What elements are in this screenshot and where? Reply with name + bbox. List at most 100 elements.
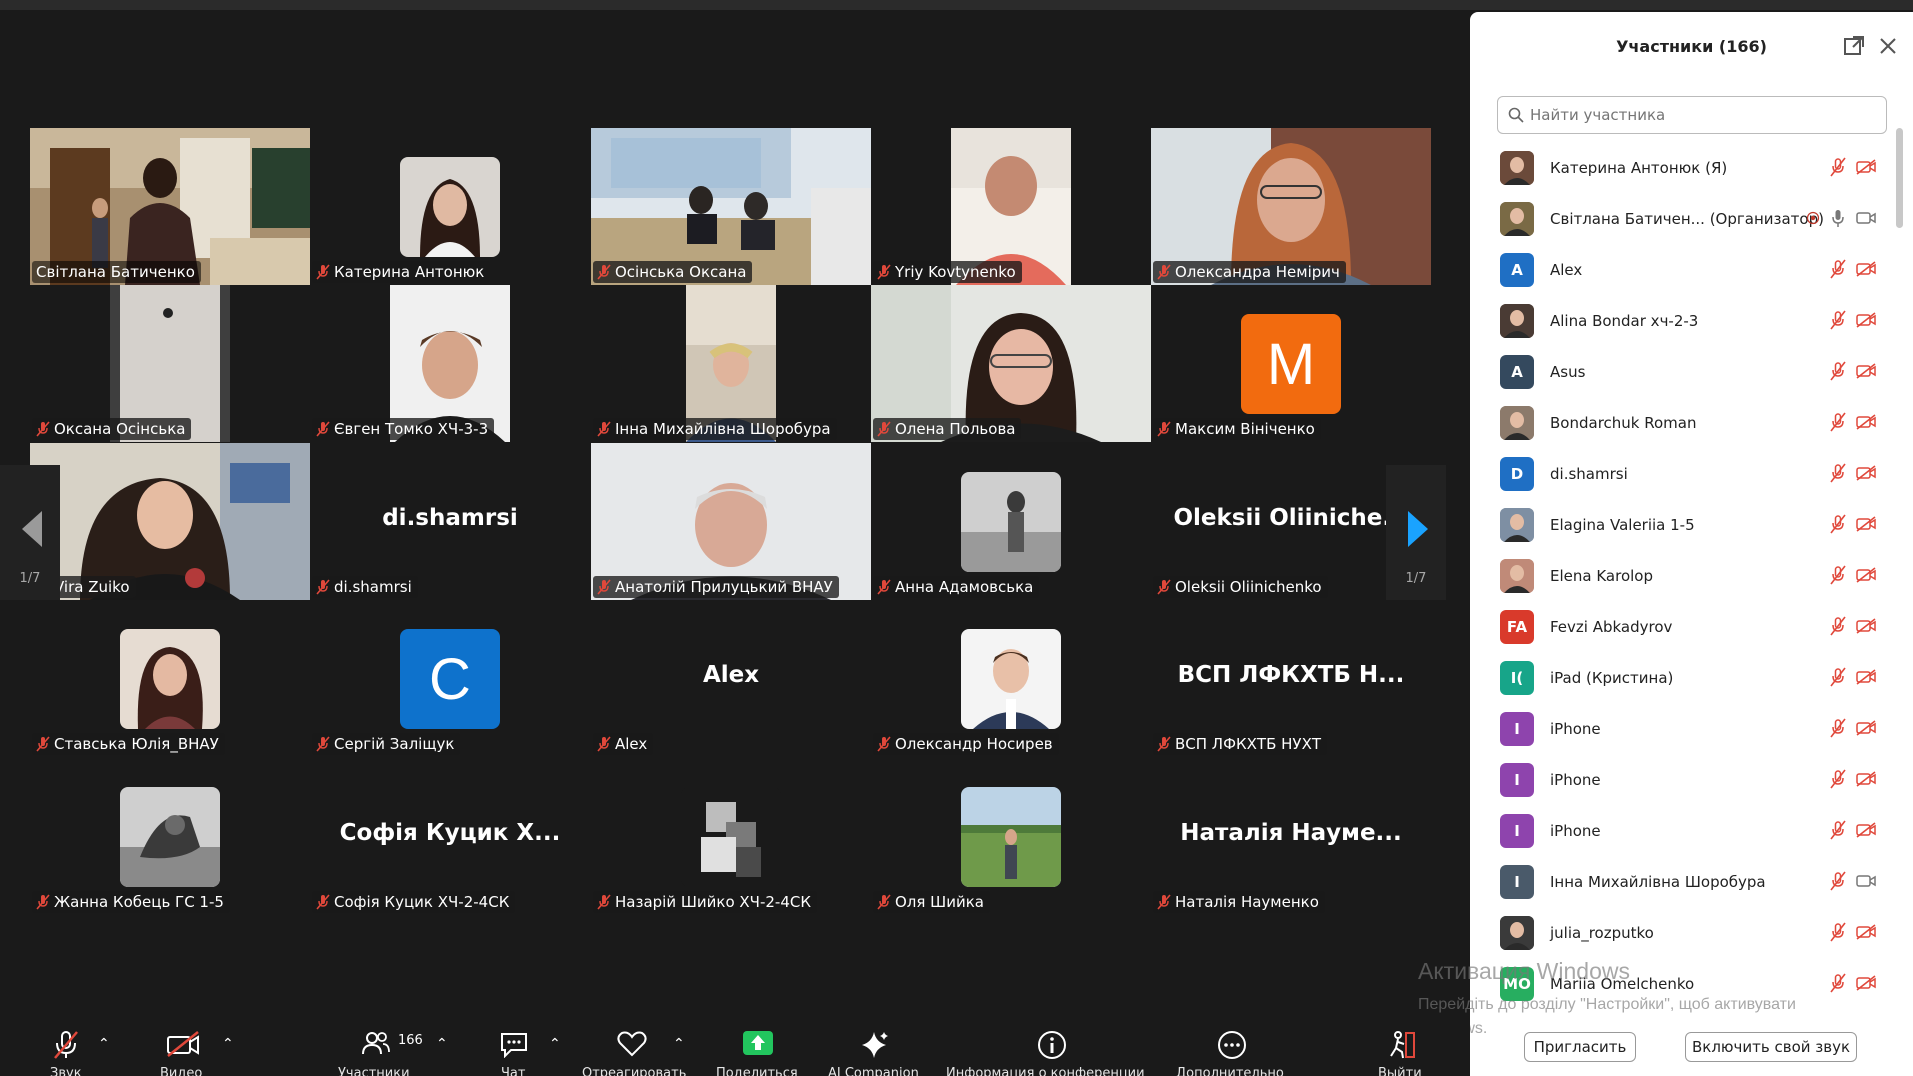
participant-name-tag: Yriy Kovtynenko <box>873 261 1022 283</box>
video-tile[interactable]: Євген Томко ХЧ-3-3 <box>310 285 590 442</box>
participant-name-tag: Oleksii Oliinichenko <box>1153 576 1328 598</box>
video-tile[interactable]: ВСП ЛФКХТБ Н... ВСП ЛФКХТБ НУХТ <box>1151 600 1431 757</box>
participant-avatar: I <box>1500 813 1534 848</box>
video-tile[interactable]: Ставська Юлія_ВНАУ <box>30 600 310 757</box>
video-tile[interactable]: Інна Михайлівна Шоробура <box>591 285 871 442</box>
avatar-photo <box>1500 303 1534 338</box>
avatar <box>681 787 781 887</box>
ai-companion-button[interactable]: AI Companion <box>826 1020 924 1076</box>
participant-name-tag: ВСП ЛФКХТБ НУХТ <box>1153 733 1328 755</box>
video-tile[interactable]: Осінська Оксана <box>591 128 871 285</box>
participant-row[interactable]: Катерина Антонюк (Я) <box>1470 142 1890 193</box>
video-tile[interactable]: Олександра Немірич <box>1151 128 1431 285</box>
participant-row[interactable]: Bondarchuk Roman <box>1470 397 1890 448</box>
participant-row[interactable]: Elena Karolop <box>1470 550 1890 601</box>
previous-page-button[interactable]: 1/7 <box>0 465 60 600</box>
participant-row[interactable]: Elagina Valeriia 1-5 <box>1470 499 1890 550</box>
video-tile[interactable]: Vira Zuiko <box>30 443 310 600</box>
participant-row[interactable]: A Asus <box>1470 346 1890 397</box>
meeting-info-button[interactable]: Информация о конференции <box>946 1020 1156 1076</box>
participant-avatar: I <box>1500 711 1534 746</box>
participant-row[interactable]: IiPhone <box>1470 805 1890 856</box>
video-tile[interactable]: Оля Шийка <box>871 758 1151 915</box>
mic-muted-icon <box>1157 736 1171 752</box>
participant-row[interactable]: Світлана Батичен... (Организатор) <box>1470 193 1890 244</box>
audio-button[interactable]: Звук <box>44 1020 88 1076</box>
react-button[interactable]: Отреагировать <box>582 1020 686 1076</box>
react-options-chevron-icon[interactable]: ⌃ <box>673 1036 685 1052</box>
participant-row[interactable]: IiPhone <box>1470 703 1890 754</box>
participant-name: Софія Куцик ХЧ-2-4СК <box>334 893 510 911</box>
search-input[interactable] <box>1530 106 1870 124</box>
avatar: M <box>1241 314 1341 414</box>
participant-name: Олена Польова <box>895 420 1016 438</box>
participants-label: Участники <box>338 1066 410 1076</box>
close-icon[interactable] <box>1876 34 1900 58</box>
chat-button[interactable]: Чат <box>496 1020 532 1076</box>
participant-row[interactable]: Alina Bondar хч-2-3 <box>1470 295 1890 346</box>
pop-out-icon[interactable] <box>1842 34 1866 58</box>
participant-row[interactable]: A Alex <box>1470 244 1890 295</box>
mic-icon <box>1832 210 1844 227</box>
participant-status-icons <box>1830 616 1876 636</box>
video-tile[interactable]: Світлана Батиченко <box>30 128 310 285</box>
participant-status-icons <box>1830 412 1876 432</box>
search-box[interactable] <box>1497 96 1887 134</box>
video-tile[interactable]: C Сергій Заліщук <box>310 600 590 757</box>
participant-row[interactable]: FA Fevzi Abkadyrov <box>1470 601 1890 652</box>
video-tile[interactable]: Yriy Kovtynenko <box>871 128 1151 285</box>
participant-avatar: I <box>1500 864 1534 899</box>
video-tile[interactable]: Анатолій Прилуцький ВНАУ <box>591 443 871 600</box>
participant-display-name: ВСП ЛФКХТБ Н... <box>1177 662 1405 688</box>
mic-muted-icon <box>316 264 330 280</box>
leave-button[interactable]: Выйти <box>1376 1020 1426 1076</box>
participant-name-tag: Анна Адамовська <box>873 576 1040 598</box>
video-tile[interactable]: Alex Alex <box>591 600 871 757</box>
video-tile[interactable]: di.shamrsi di.shamrsi <box>310 443 590 600</box>
participant-row[interactable]: I Інна Михайлівна Шоробура <box>1470 856 1890 907</box>
participant-status-icons <box>1830 565 1876 585</box>
next-page-button[interactable]: 1/7 <box>1386 465 1446 600</box>
participants-button[interactable]: 166 Участники <box>338 1020 423 1076</box>
avatar <box>120 787 220 887</box>
mic-muted-icon <box>1830 361 1846 381</box>
participant-status-icons <box>1830 310 1876 330</box>
video-button[interactable]: Видео <box>160 1020 210 1076</box>
participant-avatar <box>1500 201 1534 236</box>
participant-status-icons <box>1830 514 1876 534</box>
video-tile[interactable]: Жанна Кобець ГС 1-5 <box>30 758 310 915</box>
video-tile[interactable]: Олександр Носирев <box>871 600 1151 757</box>
scrollbar[interactable] <box>1896 128 1903 228</box>
chat-options-chevron-icon[interactable]: ⌃ <box>549 1036 561 1052</box>
participant-name: Катерина Антонюк <box>334 263 485 281</box>
audio-options-chevron-icon[interactable]: ⌃ <box>98 1036 110 1052</box>
video-tile[interactable]: Наталія Науме... Наталія Науменко <box>1151 758 1431 915</box>
video-tile[interactable]: Оксана Осінська <box>30 285 310 442</box>
participant-display-name: Alex <box>702 662 760 688</box>
participant-row[interactable]: IiPhone <box>1470 754 1890 805</box>
participant-avatar: A <box>1500 252 1534 287</box>
mic-muted-icon <box>877 894 891 910</box>
share-screen-button[interactable]: Поделиться <box>714 1020 800 1076</box>
page-indicator: 1/7 <box>1405 571 1427 586</box>
video-tile[interactable]: Назарій Шийко ХЧ-2-4СК <box>591 758 871 915</box>
mic-muted-icon <box>877 264 891 280</box>
mic-muted-icon <box>877 736 891 752</box>
participant-row[interactable]: julia_rozputko <box>1470 907 1890 958</box>
mic-muted-icon <box>1830 565 1846 585</box>
video-tile[interactable]: Олена Польова <box>871 285 1151 442</box>
video-options-chevron-icon[interactable]: ⌃ <box>222 1036 234 1052</box>
video-tile[interactable]: M Максим Вініченко <box>1151 285 1431 442</box>
video-tile[interactable]: Катерина Антонюк <box>310 128 590 285</box>
participants-count: 166 <box>398 1033 423 1048</box>
info-icon <box>1038 1031 1066 1059</box>
participant-row[interactable]: Ddi.shamrsi <box>1470 448 1890 499</box>
participants-list: Катерина Антонюк (Я) Світлана Батичен... … <box>1470 142 1890 1022</box>
participant-row[interactable]: I(iPad (Кристина) <box>1470 652 1890 703</box>
more-button[interactable]: Дополнительно <box>1176 1020 1288 1076</box>
participants-options-chevron-icon[interactable]: ⌃ <box>436 1036 448 1052</box>
video-tile[interactable]: Анна Адамовська <box>871 443 1151 600</box>
participant-name-tag: Катерина Антонюк <box>312 261 491 283</box>
video-tile[interactable]: Софія Куцик Х... Софія Куцик ХЧ-2-4СК <box>310 758 590 915</box>
participant-name: Ставська Юлія_ВНАУ <box>54 735 219 753</box>
